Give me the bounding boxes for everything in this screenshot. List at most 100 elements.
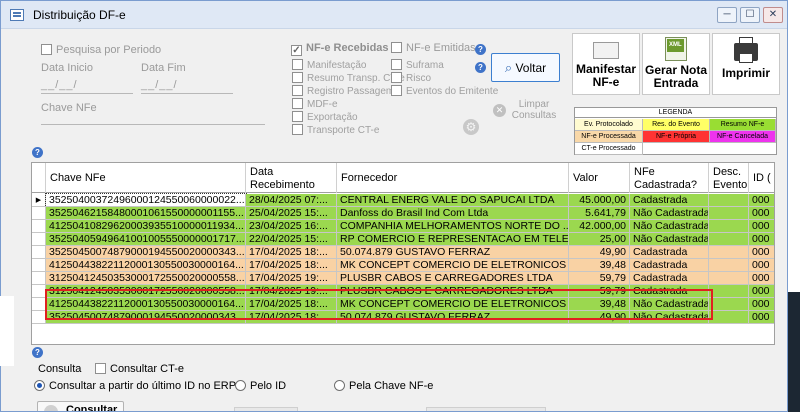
cell-data[interactable]: 17/04/2025 18:...	[246, 259, 337, 272]
chave-nfe-field[interactable]	[41, 124, 265, 125]
cell-cad[interactable]: Não Cadastrada	[630, 311, 709, 324]
radio-pelo-id[interactable]: Pelo ID	[235, 380, 286, 392]
cell-cad[interactable]: Cadastrada	[630, 194, 709, 207]
row-selector[interactable]	[32, 259, 46, 272]
cell-desc-evento[interactable]	[709, 259, 749, 272]
row-selector[interactable]: ▶	[32, 194, 46, 207]
cell-id[interactable]: 000	[749, 220, 774, 233]
cell-valor[interactable]: 45.000,00	[569, 194, 630, 207]
opt-transporte-cte[interactable]: Transporte CT-e	[292, 124, 379, 136]
cell-valor[interactable]: 5.641,79	[569, 207, 630, 220]
table-row[interactable]: 31250412450353000172550020000558... 17/04…	[32, 272, 774, 285]
table-row[interactable]: 35250450074879000194550020000343... 17/04…	[32, 311, 774, 324]
consultar-button[interactable]: Consultar	[37, 401, 124, 411]
cell-data[interactable]: 17/04/2025 18:...	[246, 246, 337, 259]
pesquisa-periodo-checkbox[interactable]: Pesquisa por Periodo	[41, 44, 161, 56]
table-row[interactable]: 35250450074879000194550020000343... 17/04…	[32, 246, 774, 259]
table-row[interactable]: 41250443822112000130550030000164... 17/04…	[32, 259, 774, 272]
help-icon[interactable]: ?	[32, 147, 43, 158]
cell-chave[interactable]: 41250410829620003935510000011934...	[46, 220, 246, 233]
cell-cad[interactable]: Cadastrada	[630, 246, 709, 259]
cell-data[interactable]: 17/04/2025 18:...	[246, 311, 337, 324]
row-selector[interactable]	[32, 285, 46, 298]
cell-fornecedor[interactable]: RP COMERCIO E REPRESENTACAO EM TELE...	[337, 233, 569, 246]
cell-id[interactable]: 000	[749, 298, 774, 311]
cell-chave[interactable]: 41250443822112000130550030000164...	[46, 259, 246, 272]
row-selector[interactable]	[32, 272, 46, 285]
cell-valor[interactable]: 49,90	[569, 246, 630, 259]
cell-chave[interactable]: 31250412450353000172550020000558...	[46, 285, 246, 298]
cell-chave[interactable]: 41250443822112000130550030000164...	[46, 298, 246, 311]
cell-fornecedor[interactable]: COMPANHIA MELHORAMENTOS NORTE DO ...	[337, 220, 569, 233]
cell-cad[interactable]: Cadastrada	[630, 285, 709, 298]
row-selector[interactable]	[32, 207, 46, 220]
cell-chave[interactable]: 31250412450353000172550020000558...	[46, 272, 246, 285]
cell-data[interactable]: 28/04/2025 07:...	[246, 194, 337, 207]
cell-valor[interactable]: 39,48	[569, 298, 630, 311]
cell-valor[interactable]: 25,00	[569, 233, 630, 246]
data-inicio-field[interactable]: __/__/	[41, 79, 78, 91]
opt-mdfe[interactable]: MDF-e	[292, 98, 338, 110]
cell-desc-evento[interactable]	[709, 233, 749, 246]
cell-id[interactable]: 000	[749, 246, 774, 259]
nfe-emitidas-checkbox[interactable]: NF-e Emitidas	[391, 42, 476, 54]
opt-exportacao[interactable]: Exportação	[292, 111, 358, 123]
opt-risco[interactable]: Risco	[391, 72, 431, 84]
cell-fornecedor[interactable]: Danfoss do Brasil Ind Com Ltda	[337, 207, 569, 220]
limpar-consultas-button[interactable]: ✕ Limpar Consultas	[492, 99, 560, 129]
cell-cad[interactable]: Cadastrada	[630, 272, 709, 285]
cell-fornecedor[interactable]: 50.074.879 GUSTAVO FERRAZ	[337, 311, 569, 324]
cell-fornecedor[interactable]: PLUSBR CABOS E CARREGADORES LTDA	[337, 272, 569, 285]
data-fim-field[interactable]: __/__/	[141, 79, 178, 91]
imprimir-button[interactable]: Imprimir	[712, 33, 780, 95]
cell-id[interactable]: 000	[749, 233, 774, 246]
cell-cad[interactable]: Não Cadastrada	[630, 220, 709, 233]
cell-id[interactable]: 000	[749, 194, 774, 207]
cell-valor[interactable]: 39,48	[569, 259, 630, 272]
col-chave-nfe[interactable]: Chave NFe	[46, 163, 246, 193]
cell-id[interactable]: 000	[749, 207, 774, 220]
table-row[interactable]: 41250410829620003935510000011934... 23/04…	[32, 220, 774, 233]
cell-valor[interactable]: 59,79	[569, 285, 630, 298]
row-selector[interactable]	[32, 311, 46, 324]
voltar-button[interactable]: ⌕ Voltar	[491, 53, 560, 82]
col-data-recebimento[interactable]: Data Recebimento	[246, 163, 337, 193]
table-row[interactable]: ▶ 35250400372496000124550060000022... 28/0…	[32, 193, 774, 208]
cell-chave[interactable]: 35250450074879000194550020000343...	[46, 246, 246, 259]
gear-icon[interactable]: ⚙	[463, 119, 479, 135]
opt-resumo-transp[interactable]: Resumo Transp. CT-e	[292, 72, 405, 84]
row-selector[interactable]	[32, 220, 46, 233]
cell-desc-evento[interactable]	[709, 298, 749, 311]
col-fornecedor[interactable]: Fornecedor	[337, 163, 569, 193]
row-selector[interactable]	[32, 298, 46, 311]
col-desc-evento[interactable]: Desc. Evento	[709, 163, 749, 193]
cell-chave[interactable]: 35250462158480001061550000001155...	[46, 207, 246, 220]
cell-data[interactable]: 17/04/2025 19:...	[246, 272, 337, 285]
cell-desc-evento[interactable]	[709, 246, 749, 259]
cell-id[interactable]: 000	[749, 272, 774, 285]
consultar-cte-checkbox[interactable]: Consultar CT-e	[95, 363, 184, 375]
cell-cad[interactable]: Não Cadastrada	[630, 207, 709, 220]
cell-id[interactable]: 000	[749, 311, 774, 324]
help-icon[interactable]: ?	[475, 62, 486, 73]
cell-chave[interactable]: 35250450074879000194550020000343...	[46, 311, 246, 324]
cell-fornecedor[interactable]: CENTRAL ENERG VALE DO SAPUCAI LTDA	[337, 194, 569, 207]
table-row[interactable]: 35250405949641001005550000001717... 22/04…	[32, 233, 774, 246]
opt-manifestacao[interactable]: Manifestação	[292, 59, 366, 71]
nfe-recebidas-checkbox[interactable]: NF-e Recebidas	[291, 42, 389, 56]
cell-id[interactable]: 000	[749, 259, 774, 272]
row-selector[interactable]	[32, 233, 46, 246]
cell-fornecedor[interactable]: MK CONCEPT COMERCIO DE ELETRONICOS	[337, 298, 569, 311]
radio-pela-chave[interactable]: Pela Chave NF-e	[334, 380, 433, 392]
table-row[interactable]: 41250443822112000130550030000164... 17/04…	[32, 298, 774, 311]
cell-data[interactable]: 17/04/2025 19:...	[246, 285, 337, 298]
cell-fornecedor[interactable]: PLUSBR CABOS E CARREGADORES LTDA	[337, 285, 569, 298]
cell-chave[interactable]: 35250400372496000124550060000022...	[45, 193, 247, 208]
table-row[interactable]: 31250412450353000172550020000558... 17/04…	[32, 285, 774, 298]
cell-valor[interactable]: 59,79	[569, 272, 630, 285]
cell-cad[interactable]: Cadastrada	[630, 259, 709, 272]
minimize-button[interactable]: ─	[717, 7, 737, 23]
cell-desc-evento[interactable]	[709, 311, 749, 324]
help-icon[interactable]: ?	[32, 347, 43, 358]
cell-fornecedor[interactable]: MK CONCEPT COMERCIO DE ELETRONICOS	[337, 259, 569, 272]
